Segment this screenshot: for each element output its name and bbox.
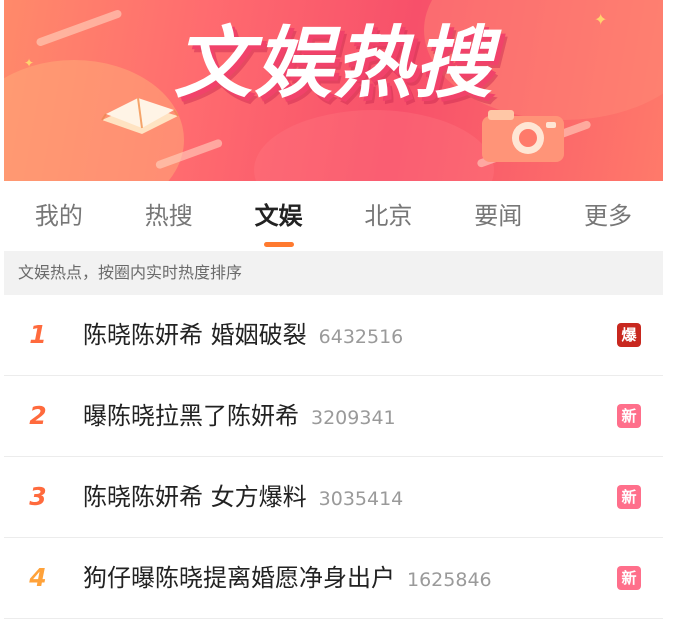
item-text: 陈晓陈妍希 女方爆料 3035414 <box>83 457 403 540</box>
hot-search-page: ✦ ✦ 文娱热搜 我的 热搜 文娱 北京 要闻 更多 文娱热点，按圈内实时热度排… <box>4 0 663 630</box>
tab-label: 文娱 <box>254 202 303 230</box>
banner-stripe <box>35 8 123 48</box>
heat-count: 1625846 <box>407 569 492 591</box>
rank-number: 2 <box>29 401 47 430</box>
item-title[interactable]: 曝陈晓拉黑了陈妍希 <box>83 402 299 430</box>
rank-number: 4 <box>29 563 47 592</box>
new-badge: 新 <box>617 404 641 428</box>
tab-mine[interactable]: 我的 <box>4 181 114 251</box>
item-title[interactable]: 狗仔曝陈晓提离婚愿净身出户 <box>83 564 395 592</box>
item-title[interactable]: 陈晓陈妍希 女方爆料 <box>83 483 307 511</box>
tab-entertainment[interactable]: 文娱 <box>224 181 334 251</box>
active-tab-indicator <box>263 242 294 247</box>
tab-label: 要闻 <box>474 202 523 230</box>
new-badge: 新 <box>617 566 641 590</box>
banner-decoration <box>254 110 494 181</box>
rank-number: 3 <box>29 482 47 511</box>
item-text: 狗仔曝陈晓提离婚愿净身出户 1625846 <box>83 538 492 621</box>
tab-hot-search[interactable]: 热搜 <box>114 181 224 251</box>
list-item[interactable]: 3 陈晓陈妍希 女方爆料 3035414 新 <box>4 457 663 538</box>
list-item[interactable]: 1 陈晓陈妍希 婚姻破裂 6432516 爆 <box>4 295 663 376</box>
item-text: 陈晓陈妍希 婚姻破裂 6432516 <box>83 295 403 378</box>
tab-label: 我的 <box>34 202 83 230</box>
sparkle-icon: ✦ <box>594 10 608 29</box>
tab-beijing[interactable]: 北京 <box>333 181 443 251</box>
new-badge: 新 <box>617 485 641 509</box>
camera-icon <box>482 110 564 162</box>
tab-label: 北京 <box>364 202 413 230</box>
list-item[interactable]: 4 狗仔曝陈晓提离婚愿净身出户 1625846 新 <box>4 538 663 619</box>
tab-more[interactable]: 更多 <box>553 181 663 251</box>
category-tabs: 我的 热搜 文娱 北京 要闻 更多 <box>4 181 663 251</box>
sparkle-icon: ✦ <box>24 56 35 70</box>
heat-count: 3035414 <box>318 488 404 510</box>
tab-news[interactable]: 要闻 <box>443 181 553 251</box>
list-item[interactable]: 2 曝陈晓拉黑了陈妍希 3209341 新 <box>4 376 663 457</box>
heat-count: 6432516 <box>318 326 404 348</box>
tab-label: 更多 <box>584 202 633 230</box>
item-text: 曝陈晓拉黑了陈妍希 3209341 <box>83 376 396 459</box>
heat-count: 3209341 <box>311 407 396 429</box>
hot-badge: 爆 <box>617 323 641 347</box>
banner: ✦ ✦ 文娱热搜 <box>4 0 663 181</box>
ranking-hint: 文娱热点，按圈内实时热度排序 <box>4 251 663 295</box>
rank-number: 1 <box>29 320 47 349</box>
item-title[interactable]: 陈晓陈妍希 婚姻破裂 <box>83 321 307 349</box>
banner-title: 文娱热搜 <box>173 19 494 109</box>
tab-label: 热搜 <box>144 202 193 230</box>
hot-search-list: 1 陈晓陈妍希 婚姻破裂 6432516 爆 2 曝陈晓拉黑了陈妍希 3209341… <box>4 295 663 619</box>
